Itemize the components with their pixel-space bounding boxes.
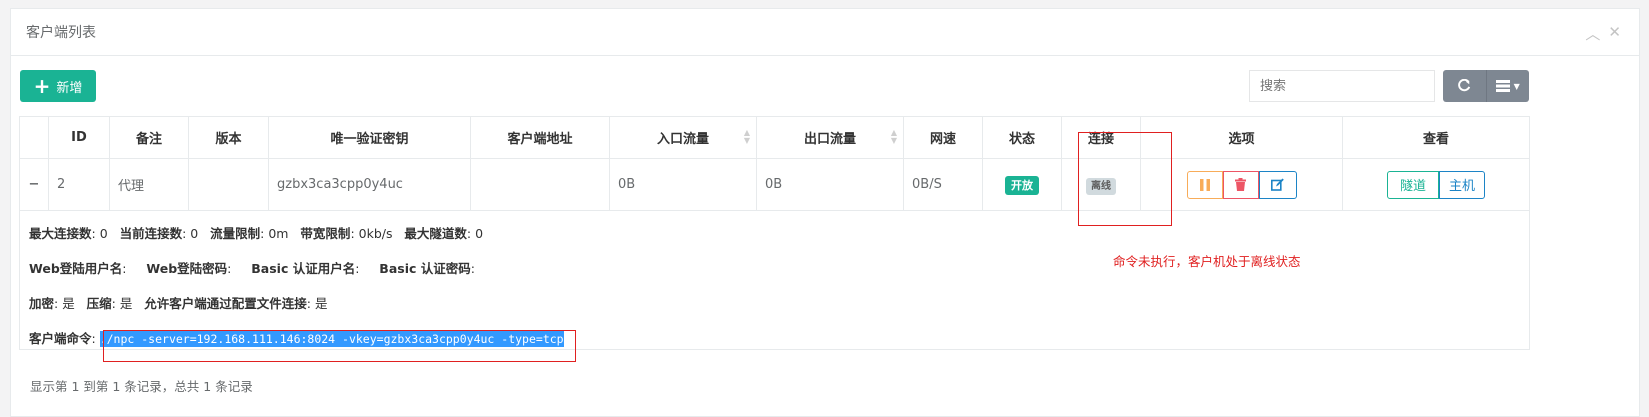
- connection-badge: 离线: [1086, 177, 1116, 195]
- cell-address: [470, 158, 610, 211]
- detail-value: 是: [119, 296, 133, 311]
- detail-value: 0: [190, 226, 199, 241]
- delete-button[interactable]: [1222, 170, 1259, 199]
- collapse-row-icon[interactable]: −: [19, 158, 49, 211]
- col-header-speed[interactable]: 网速: [903, 116, 983, 159]
- cell-in-flow: 0B: [609, 158, 757, 211]
- search-input[interactable]: [1249, 70, 1435, 102]
- table-tools: ▼: [1443, 70, 1529, 102]
- detail-value: 0: [99, 226, 108, 241]
- panel-header: 客户端列表 ︿ ✕: [11, 9, 1639, 56]
- col-header-view: 查看: [1342, 116, 1530, 159]
- cell-status: 开放: [982, 158, 1062, 211]
- detail-limits: 最大连接数: 0 当前连接数: 0 流量限制: 0m 带宽限制: 0kb/s 最…: [29, 226, 484, 241]
- cell-id: 2: [48, 158, 110, 211]
- cell-version: [188, 158, 269, 211]
- trash-icon: [1235, 178, 1246, 191]
- col-header-connection[interactable]: 连接: [1061, 116, 1141, 159]
- collapse-icon[interactable]: ︿: [1585, 23, 1600, 44]
- detail-value: 0m: [268, 226, 289, 241]
- columns-button[interactable]: ▼: [1485, 70, 1529, 102]
- col-header-options: 选项: [1140, 116, 1343, 159]
- sort-icon: ▲ ▼: [890, 128, 897, 145]
- detail-auth: Web登陆用户名: Web登陆密码: Basic 认证用户名: Basic 认证…: [29, 261, 475, 276]
- add-button[interactable]: + 新增: [20, 70, 96, 102]
- sort-icon: ▲ ▼: [743, 128, 750, 145]
- caret-down-icon: ▼: [1513, 81, 1520, 91]
- refresh-icon: [1458, 79, 1471, 92]
- plus-icon: +: [33, 74, 51, 98]
- detail-label: 当前连接数: [119, 226, 183, 241]
- col-header-out-flow-label: 出口流量: [803, 132, 856, 147]
- detail-command: 客户端命令: ./npc -server=192.168.111.146:802…: [29, 331, 564, 347]
- detail-label: 压缩: [86, 296, 112, 311]
- annotation-note: 命令未执行，客户机处于离线状态: [1113, 254, 1301, 269]
- view-button-group: 隧道 主机: [1387, 170, 1485, 199]
- edit-button[interactable]: [1258, 170, 1297, 199]
- cell-options: [1140, 158, 1343, 211]
- col-header-in-flow[interactable]: 入口流量 ▲ ▼: [609, 116, 757, 159]
- panel-tools: ︿ ✕: [1585, 23, 1621, 44]
- detail-cell: 最大连接数: 0 当前连接数: 0 流量限制: 0m 带宽限制: 0kb/s 最…: [19, 210, 1530, 350]
- client-table: ID 备注 版本 唯一验证密钥 客户端地址 入口流量 ▲ ▼ 出口流量 ▲ ▼ 网速 状…: [19, 116, 1530, 350]
- panel-title: 客户端列表: [26, 25, 96, 41]
- detail-value: 是: [314, 296, 328, 311]
- pagination-info: 显示第 1 到第 1 条记录，总共 1 条记录: [30, 379, 253, 394]
- detail-label: 加密: [29, 296, 55, 311]
- edit-icon: [1271, 178, 1284, 191]
- col-header-out-flow[interactable]: 出口流量 ▲ ▼: [756, 116, 904, 159]
- col-header-id[interactable]: ID: [48, 116, 110, 159]
- tunnel-button[interactable]: 隧道: [1387, 170, 1439, 199]
- col-header-expand: [19, 116, 49, 159]
- col-header-status[interactable]: 状态: [982, 116, 1062, 159]
- detail-label: 允许客户端通过配置文件连接: [144, 296, 307, 311]
- detail-label: 流量限制: [210, 226, 261, 241]
- close-icon[interactable]: ✕: [1608, 23, 1621, 44]
- columns-icon: [1495, 80, 1510, 92]
- detail-value: 0: [475, 226, 484, 241]
- cell-vkey: gzbx3ca3cpp0y4uc: [268, 158, 471, 211]
- table-header-row: ID 备注 版本 唯一验证密钥 客户端地址 入口流量 ▲ ▼ 出口流量 ▲ ▼ 网速 状…: [19, 116, 1530, 159]
- detail-label: Web登陆密码: [146, 261, 228, 276]
- detail-flags: 加密: 是 压缩: 是 允许客户端通过配置文件连接: 是: [29, 296, 328, 311]
- pause-button[interactable]: [1186, 170, 1223, 199]
- detail-label: Web登陆用户名: [29, 261, 123, 276]
- detail-value: 0kb/s: [358, 226, 393, 241]
- cell-connection: 离线: [1061, 158, 1141, 211]
- cell-out-flow: 0B: [756, 158, 904, 211]
- col-header-vkey[interactable]: 唯一验证密钥: [268, 116, 471, 159]
- col-header-remark[interactable]: 备注: [109, 116, 189, 159]
- detail-value: 是: [62, 296, 75, 311]
- cell-remark: 代理: [109, 158, 189, 211]
- cmd-label: 客户端命令: [29, 331, 92, 346]
- cell-view: 隧道 主机: [1342, 158, 1530, 211]
- status-badge: 开放: [1005, 175, 1039, 195]
- detail-row: 最大连接数: 0 当前连接数: 0 流量限制: 0m 带宽限制: 0kb/s 最…: [19, 210, 1530, 350]
- detail-label: 带宽限制: [300, 226, 351, 241]
- refresh-button[interactable]: [1443, 70, 1486, 102]
- host-button[interactable]: 主机: [1439, 170, 1485, 199]
- cell-speed: 0B/S: [903, 158, 983, 211]
- detail-label: 最大隧道数: [404, 226, 467, 241]
- col-header-in-flow-label: 入口流量: [656, 132, 709, 147]
- options-button-group: [1186, 170, 1297, 199]
- pause-icon: [1199, 178, 1210, 191]
- table-row: − 2 代理 gzbx3ca3cpp0y4uc 0B 0B 0B/S 开放 离线: [19, 158, 1530, 211]
- cmd-value[interactable]: ./npc -server=192.168.111.146:8024 -vkey…: [99, 331, 564, 347]
- add-button-label: 新增: [56, 80, 83, 96]
- col-header-address[interactable]: 客户端地址: [470, 116, 610, 159]
- detail-label: 最大连接数: [29, 226, 92, 241]
- detail-label: Basic 认证密码: [379, 261, 471, 276]
- col-header-version[interactable]: 版本: [188, 116, 269, 159]
- detail-label: Basic 认证用户名: [251, 261, 356, 276]
